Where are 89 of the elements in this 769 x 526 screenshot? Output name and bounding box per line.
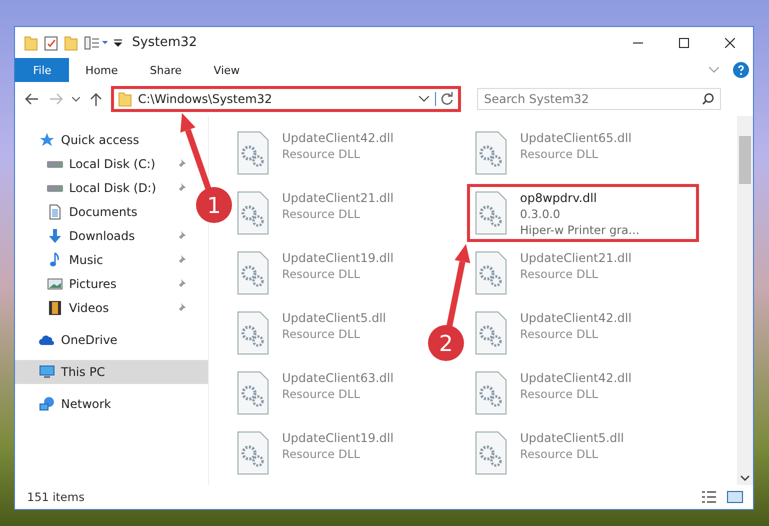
- file-detail: Resource DLL: [282, 147, 362, 161]
- drive-icon: [47, 184, 63, 192]
- back-arrow-icon: [25, 93, 39, 105]
- file-detail: Resource DLL: [282, 327, 362, 341]
- file-name[interactable]: UpdateClient21.dll: [282, 191, 394, 205]
- sidebar-item[interactable]: Local Disk (C:): [15, 152, 190, 176]
- picture-icon: [47, 276, 63, 292]
- sidebar-item[interactable]: Pictures: [15, 272, 190, 296]
- gear-file-icon[interactable]: [236, 311, 270, 355]
- monitor-icon: [39, 364, 55, 380]
- help-icon[interactable]: [733, 62, 749, 78]
- search-field[interactable]: Search System32: [477, 88, 721, 110]
- details-view-icon[interactable]: [701, 490, 717, 504]
- gear-file-icon[interactable]: [236, 131, 270, 175]
- up-arrow-icon: [90, 92, 102, 106]
- gear-file-icon[interactable]: [236, 431, 270, 475]
- ribbon-tab[interactable]: File: [15, 58, 70, 82]
- window-title: System32: [132, 35, 198, 50]
- refresh-icon[interactable]: [435, 92, 454, 106]
- file-detail: Resource DLL: [520, 447, 600, 461]
- dropdown-arrow-icon[interactable]: [114, 38, 122, 46]
- step-number: 1: [207, 194, 221, 219]
- file-detail: Resource DLL: [282, 207, 362, 221]
- scrollbar-thumb[interactable]: [739, 136, 751, 184]
- gear-file-icon[interactable]: [474, 251, 508, 295]
- file-detail: Resource DLL: [520, 327, 600, 341]
- document-icon: [47, 204, 63, 220]
- folder-icon: [64, 34, 78, 50]
- folder-icon: [24, 34, 38, 50]
- sidebar-item[interactable]: Documents: [15, 200, 190, 224]
- file-detail: Resource DLL: [282, 387, 362, 401]
- file-name[interactable]: UpdateClient5.dll: [520, 431, 624, 445]
- gear-file-icon[interactable]: [474, 431, 508, 475]
- sidebar-item[interactable]: This PC: [15, 360, 208, 384]
- folder-icon: [118, 91, 132, 107]
- maximize-icon: [679, 38, 689, 48]
- ribbon-tab[interactable]: Home: [69, 58, 134, 82]
- ribbon-tab[interactable]: View: [198, 58, 256, 82]
- close-icon: [725, 38, 735, 48]
- step-number: 2: [439, 332, 453, 357]
- file-detail: Hiper-w Printer gra...: [520, 223, 640, 237]
- sidebar-item[interactable]: Music: [15, 248, 190, 272]
- gear-file-icon[interactable]: [474, 191, 508, 235]
- file-name[interactable]: UpdateClient63.dll: [282, 371, 394, 385]
- sidebar-item[interactable]: OneDrive: [15, 328, 190, 352]
- file-detail: Resource DLL: [520, 147, 600, 161]
- large-icons-view-icon[interactable]: [727, 490, 743, 504]
- search-icon: [702, 93, 714, 105]
- gear-file-icon[interactable]: [474, 311, 508, 355]
- file-name[interactable]: UpdateClient19.dll: [282, 431, 394, 445]
- sidebar-item[interactable]: Downloads: [15, 224, 190, 248]
- file-name[interactable]: UpdateClient42.dll: [520, 371, 632, 385]
- sidebar-item[interactable]: Network: [15, 392, 190, 416]
- gear-file-icon[interactable]: [236, 191, 270, 235]
- dropdown-icon[interactable]: [419, 96, 429, 102]
- download-arrow-icon: [47, 228, 63, 244]
- sidebar-item[interactable]: Videos: [15, 296, 190, 320]
- file-name[interactable]: UpdateClient42.dll: [520, 311, 632, 325]
- scrollbar[interactable]: [737, 116, 753, 485]
- gear-file-icon[interactable]: [236, 251, 270, 295]
- drive-icon: [47, 160, 63, 168]
- file-name[interactable]: UpdateClient5.dll: [282, 311, 386, 325]
- file-name[interactable]: UpdateClient42.dll: [282, 131, 394, 145]
- file-detail: Resource DLL: [520, 267, 600, 281]
- forward-arrow-icon: [49, 93, 63, 105]
- file-name[interactable]: op8wpdrv.dll: [520, 191, 640, 205]
- properties-check-icon[interactable]: [44, 34, 58, 50]
- item-count: 151 items: [27, 490, 85, 504]
- sidebar-item[interactable]: Local Disk (D:): [15, 176, 190, 200]
- ribbon-tab[interactable]: Share: [134, 58, 198, 82]
- sidebar-item[interactable]: Quick access: [15, 128, 190, 152]
- view-list-icon[interactable]: [84, 36, 108, 50]
- file-detail: Resource DLL: [520, 387, 600, 401]
- gear-file-icon[interactable]: [474, 371, 508, 415]
- gear-file-icon[interactable]: [236, 371, 270, 415]
- star-icon: [39, 132, 55, 148]
- file-detail: Resource DLL: [282, 447, 362, 461]
- file-detail: 0.3.0.0: [520, 207, 562, 221]
- address-bar[interactable]: C:\Windows\System32: [111, 86, 461, 112]
- minimize-icon: [633, 42, 643, 44]
- gear-file-icon[interactable]: [474, 131, 508, 175]
- file-detail: Resource DLL: [282, 267, 362, 281]
- film-icon: [47, 300, 63, 316]
- file-name[interactable]: UpdateClient65.dll: [520, 131, 632, 145]
- file-name[interactable]: UpdateClient19.dll: [282, 251, 394, 265]
- file-name[interactable]: UpdateClient21.dll: [520, 251, 632, 265]
- expand-ribbon-icon[interactable]: [709, 67, 719, 73]
- network-icon: [39, 396, 55, 412]
- caret-icon: [72, 96, 80, 102]
